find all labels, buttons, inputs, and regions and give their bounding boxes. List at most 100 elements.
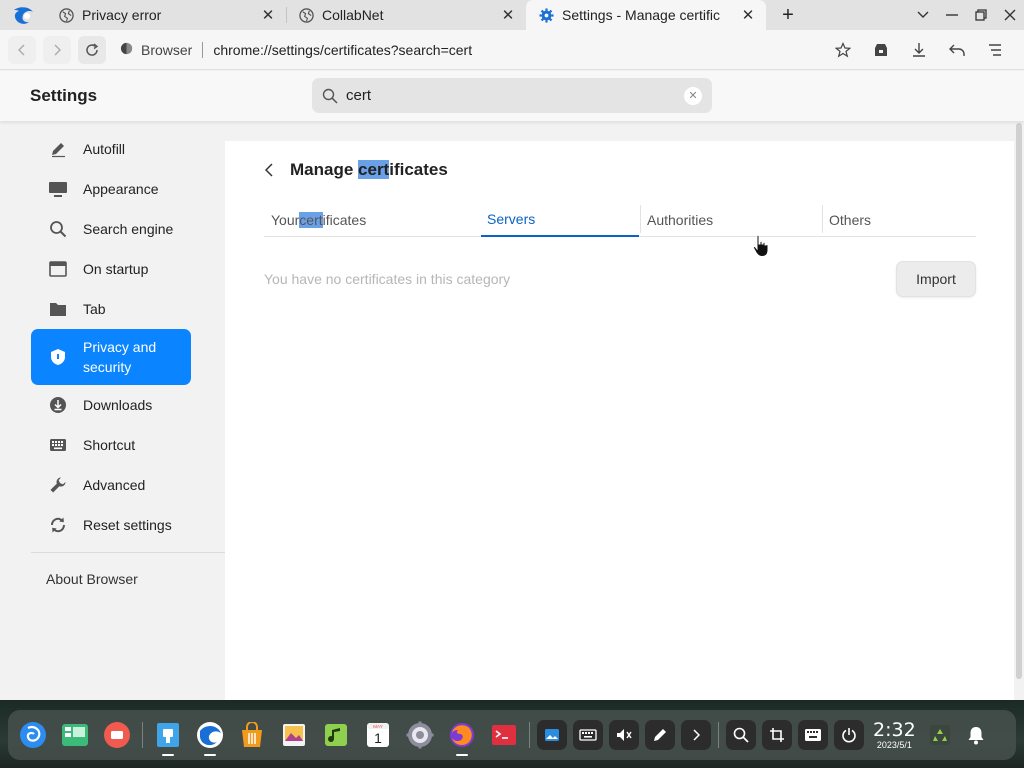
download-icon[interactable] — [900, 35, 938, 65]
calendar-icon[interactable]: MAY 1 — [357, 714, 399, 756]
folder-icon — [48, 299, 68, 319]
search-icon — [48, 219, 68, 239]
tab-others[interactable]: Others — [829, 203, 969, 237]
forward-button[interactable] — [43, 35, 71, 64]
sidebar-item-label: Shortcut — [83, 437, 136, 453]
extensions-icon[interactable] — [862, 35, 900, 65]
url-text[interactable]: chrome://settings/certificates?search=ce… — [213, 42, 472, 58]
settings-header: Settings ✕ — [0, 71, 1024, 121]
close-icon[interactable]: ✕ — [740, 7, 756, 24]
tab-settings[interactable]: Settings - Manage certific ✕ — [526, 0, 766, 30]
reset-icon — [48, 515, 68, 535]
clock[interactable]: 2:32 2023/5/1 — [873, 720, 916, 751]
sidebar-item-on-startup[interactable]: On startup — [31, 249, 191, 289]
scrollbar[interactable] — [1014, 121, 1024, 700]
firefox-icon[interactable] — [441, 714, 483, 756]
pencil-icon — [48, 139, 68, 159]
tab-label: Others — [829, 212, 872, 228]
terminal-icon[interactable] — [483, 714, 525, 756]
recycle-bin-icon[interactable] — [922, 714, 958, 756]
tab-your-certificates[interactable]: Your cert ificates — [271, 203, 481, 237]
sidebar-item-advanced[interactable]: Advanced — [31, 465, 191, 505]
window-controls — [908, 0, 1024, 30]
tab-privacy-error[interactable]: Privacy error ✕ — [46, 0, 286, 30]
certificates-panel: Manage certificates Your cert ificates Se… — [225, 141, 1014, 700]
site-info-icon[interactable] — [120, 42, 133, 58]
notification-bell-icon[interactable] — [958, 714, 994, 756]
multitask-view-icon[interactable] — [54, 714, 96, 756]
search-input[interactable] — [346, 87, 684, 104]
close-icon[interactable]: ✕ — [260, 7, 276, 24]
restore-icon[interactable] — [966, 0, 995, 30]
sidebar-item-shortcut[interactable]: Shortcut — [31, 425, 191, 465]
input-method-icon[interactable] — [798, 720, 828, 750]
taskbar-dock: MAY 1 2:32 2023/5/1 — [8, 710, 1016, 760]
sidebar-item-reset-settings[interactable]: Reset settings — [31, 505, 191, 545]
dock-separator — [529, 722, 530, 748]
chevron-down-icon[interactable] — [908, 0, 937, 30]
system-settings-icon[interactable] — [399, 714, 441, 756]
bookmark-star-icon[interactable] — [824, 35, 862, 65]
reload-button[interactable] — [78, 35, 106, 64]
calendar-month: MAY — [373, 724, 382, 729]
tab-label: Your — [271, 212, 300, 228]
menu-icon[interactable] — [976, 35, 1014, 65]
dock-separator — [718, 722, 719, 748]
running-indicator — [456, 754, 468, 756]
tab-collabnet[interactable]: CollabNet ✕ — [286, 0, 526, 30]
pen-tool-icon[interactable] — [645, 720, 675, 750]
sidebar-item-label: Search engine — [83, 221, 174, 237]
browser-logo-icon[interactable] — [0, 0, 46, 30]
image-viewer-icon[interactable] — [273, 714, 315, 756]
sidebar-item-tab[interactable]: Tab — [31, 289, 191, 329]
undo-icon[interactable] — [938, 35, 976, 65]
monitor-icon — [48, 179, 68, 199]
title-text: Manage — [290, 160, 359, 179]
sidebar-item-label: Privacy and security — [83, 339, 157, 375]
tab-authorities[interactable]: Authorities — [647, 203, 822, 237]
browser-dock-icon[interactable] — [189, 714, 231, 756]
sidebar-item-autofill[interactable]: Autofill — [31, 129, 191, 169]
download-icon — [48, 395, 68, 415]
volume-muted-icon[interactable] — [609, 720, 639, 750]
screenshot-icon[interactable] — [537, 720, 567, 750]
clock-date: 2023/5/1 — [876, 739, 912, 750]
sidebar-item-label: Autofill — [83, 141, 126, 157]
settings-search[interactable]: ✕ — [312, 78, 712, 113]
sidebar-item-appearance[interactable]: Appearance — [31, 169, 191, 209]
sidebar-item-label: Reset settings — [83, 517, 172, 533]
back-arrow-icon[interactable] — [261, 161, 277, 179]
app-store-icon[interactable] — [231, 714, 273, 756]
sidebar-item-search-engine[interactable]: Search engine — [31, 209, 191, 249]
calendar-day: 1 — [374, 730, 382, 746]
browser-toolbar: Browser chrome://settings/certificates?s… — [0, 30, 1024, 70]
keyboard-icon[interactable] — [573, 720, 603, 750]
search-icon[interactable] — [726, 720, 756, 750]
minimize-icon[interactable] — [937, 0, 966, 30]
file-manager-icon[interactable] — [147, 714, 189, 756]
address-bar[interactable]: Browser chrome://settings/certificates?s… — [120, 35, 824, 65]
back-button[interactable] — [8, 35, 36, 64]
chevron-right-icon[interactable] — [681, 720, 711, 750]
scrollbar-thumb[interactable] — [1016, 123, 1022, 679]
globe-icon — [58, 7, 74, 23]
crop-icon[interactable] — [762, 720, 792, 750]
site-label: Browser — [141, 41, 193, 58]
about-browser-link[interactable]: About Browser — [46, 571, 138, 587]
clock-time: 2:32 — [873, 718, 916, 741]
new-tab-button[interactable]: + — [766, 0, 810, 30]
close-icon[interactable]: ✕ — [500, 7, 516, 24]
tab-divider — [822, 205, 823, 233]
tab-servers[interactable]: Servers — [481, 203, 639, 237]
search-icon — [322, 87, 340, 105]
power-icon[interactable] — [834, 720, 864, 750]
import-button[interactable]: Import — [896, 261, 976, 297]
launcher-icon[interactable] — [12, 714, 54, 756]
sidebar-item-privacy-and-security[interactable]: Privacy and security — [31, 329, 191, 385]
sidebar-item-downloads[interactable]: Downloads — [31, 385, 191, 425]
screen-recorder-icon[interactable] — [96, 714, 138, 756]
close-window-icon[interactable] — [995, 0, 1024, 30]
music-player-icon[interactable] — [315, 714, 357, 756]
clear-search-icon[interactable]: ✕ — [684, 86, 702, 105]
sidebar-item-label: Downloads — [83, 397, 153, 413]
